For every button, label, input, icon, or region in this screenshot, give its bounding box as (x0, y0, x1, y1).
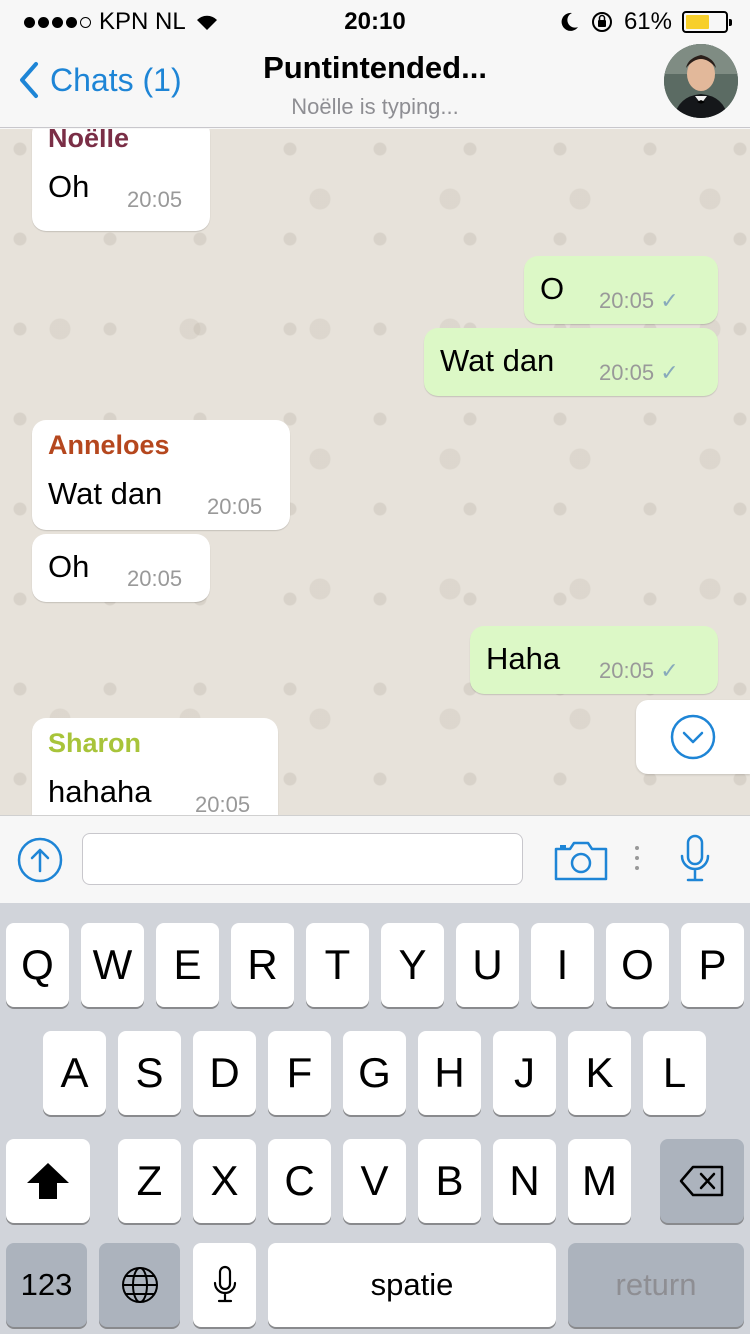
chevron-down-circle-icon (670, 714, 716, 760)
rotation-lock-icon (591, 12, 612, 32)
back-button[interactable]: Chats (1) (16, 60, 182, 100)
keyboard: Q W E R T Y U I O P A S D F G H J K L Z … (0, 903, 750, 1334)
key-v[interactable]: V (343, 1139, 406, 1223)
key-r[interactable]: R (231, 923, 294, 1007)
group-avatar[interactable] (664, 44, 738, 118)
voice-message-button[interactable] (678, 834, 712, 886)
chat-title[interactable]: Puntintended... (200, 50, 550, 86)
key-t[interactable]: T (306, 923, 369, 1007)
message-text: hahaha (48, 774, 152, 809)
nav-bar: Chats (1) Puntintended... Noëlle is typi… (0, 40, 750, 128)
chevron-left-icon (20, 62, 38, 98)
message-time: 20:05 (127, 187, 183, 212)
key-a[interactable]: A (43, 1031, 106, 1115)
backspace-key[interactable] (660, 1139, 744, 1223)
scroll-to-bottom-button[interactable] (636, 700, 750, 774)
message-input-bar (0, 815, 750, 903)
camera-icon (554, 841, 608, 881)
sent-check-icon: ✓ (660, 288, 679, 313)
key-p[interactable]: P (681, 923, 744, 1007)
message-text: Wat dan (440, 343, 555, 378)
battery-percent: 61% (623, 8, 672, 35)
key-e[interactable]: E (156, 923, 219, 1007)
share-button[interactable] (16, 836, 64, 884)
typing-status: Noëlle is typing... (291, 94, 459, 119)
back-label: Chats (1) (50, 61, 182, 98)
key-d[interactable]: D (193, 1031, 256, 1115)
microphone-icon (680, 834, 710, 882)
separator-dots (635, 846, 639, 876)
key-g[interactable]: G (343, 1031, 406, 1115)
key-y[interactable]: Y (381, 923, 444, 1007)
sender-name: Sharon (48, 728, 142, 758)
key-z[interactable]: Z (118, 1139, 181, 1223)
key-m[interactable]: M (568, 1139, 631, 1223)
status-bar: KPN NL 20:10 61% (0, 0, 750, 40)
key-c[interactable]: C (268, 1139, 331, 1223)
message-time: 20:05 (127, 566, 183, 591)
message-bubble-incoming[interactable]: Noëlle Oh 20:05 (32, 129, 210, 231)
message-time: 20:05 (195, 792, 251, 815)
return-key[interactable]: return (568, 1243, 744, 1327)
message-input[interactable] (82, 833, 523, 885)
message-text: O (540, 271, 565, 306)
shift-arrow-icon (27, 1163, 69, 1199)
message-time: 20:05 (207, 494, 263, 519)
key-f[interactable]: F (268, 1031, 331, 1115)
microphone-icon (213, 1265, 236, 1303)
key-k[interactable]: K (568, 1031, 631, 1115)
message-time: 20:05 ✓ (599, 360, 679, 385)
key-o[interactable]: O (606, 923, 669, 1007)
sent-check-icon: ✓ (660, 658, 679, 683)
message-text: Wat dan (48, 476, 163, 511)
sender-name: Anneloes (48, 430, 170, 460)
message-text: Oh (48, 169, 90, 204)
key-x[interactable]: X (193, 1139, 256, 1223)
key-w[interactable]: W (81, 923, 144, 1007)
message-bubble-incoming[interactable]: Sharon hahaha 20:05 (32, 718, 278, 815)
sender-name: Noëlle (48, 129, 130, 153)
key-s[interactable]: S (118, 1031, 181, 1115)
backspace-icon (679, 1165, 724, 1197)
globe-key[interactable] (99, 1243, 180, 1327)
message-bubble-incoming[interactable]: Anneloes Wat dan 20:05 (32, 420, 290, 530)
message-text: Oh (48, 549, 90, 584)
key-j[interactable]: J (493, 1031, 556, 1115)
battery-icon (682, 11, 732, 33)
space-key[interactable]: spatie (268, 1243, 556, 1327)
key-b[interactable]: B (418, 1139, 481, 1223)
sent-check-icon: ✓ (660, 360, 679, 385)
chat-area[interactable]: Noëlle Oh 20:05 O 20:05 ✓ Wat dan 20:05 … (0, 129, 750, 815)
message-bubble-outgoing[interactable]: Wat dan 20:05 ✓ (424, 328, 718, 396)
upload-arrow-icon (17, 837, 63, 883)
dictation-key[interactable] (193, 1243, 256, 1327)
key-i[interactable]: I (531, 923, 594, 1007)
key-q[interactable]: Q (6, 923, 69, 1007)
message-bubble-outgoing[interactable]: O 20:05 ✓ (524, 256, 718, 324)
key-n[interactable]: N (493, 1139, 556, 1223)
message-time: 20:05 ✓ (599, 288, 679, 313)
key-u[interactable]: U (456, 923, 519, 1007)
message-time: 20:05 ✓ (599, 658, 679, 683)
message-bubble-incoming[interactable]: Oh 20:05 (32, 534, 210, 602)
key-h[interactable]: H (418, 1031, 481, 1115)
camera-button[interactable] (554, 836, 608, 884)
numbers-key[interactable]: 123 (6, 1243, 87, 1327)
shift-key[interactable] (6, 1139, 90, 1223)
moon-icon (561, 12, 578, 31)
message-text: Haha (486, 641, 561, 676)
globe-icon (121, 1267, 158, 1303)
message-bubble-outgoing[interactable]: Haha 20:05 ✓ (470, 626, 718, 694)
status-right: 61% (560, 8, 732, 36)
key-l[interactable]: L (643, 1031, 706, 1115)
